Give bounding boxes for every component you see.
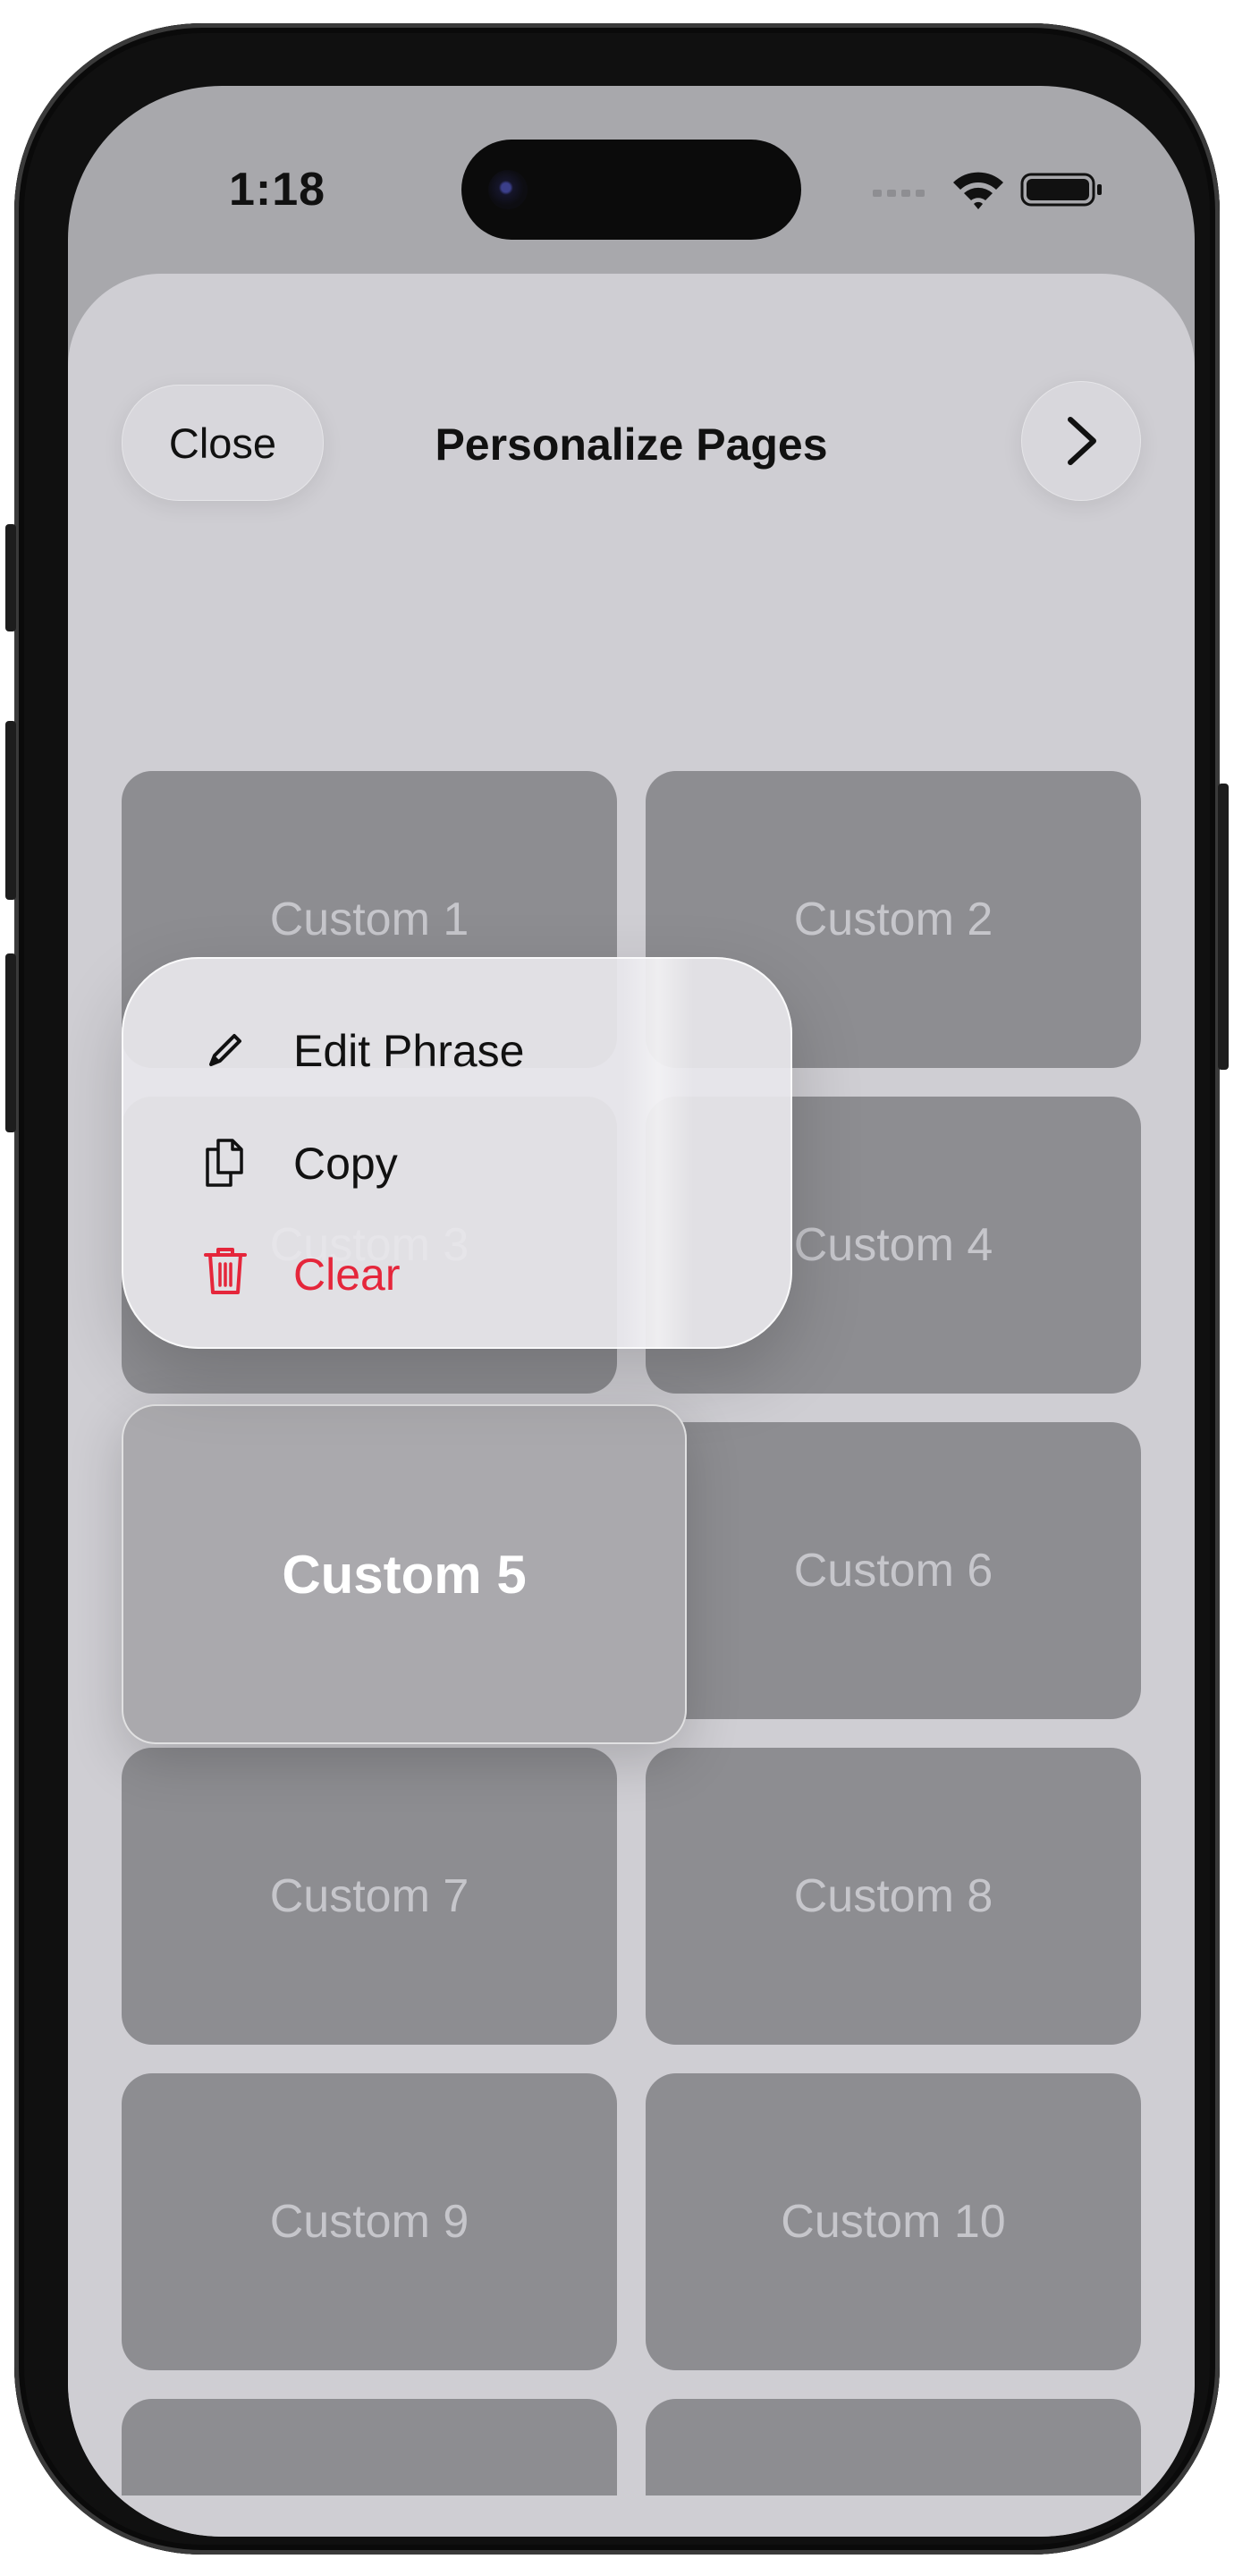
- page-tile[interactable]: Custom 8: [646, 1748, 1141, 2045]
- page-tile[interactable]: [646, 2399, 1141, 2496]
- page-tile[interactable]: [122, 2399, 617, 2496]
- copy-label: Copy: [293, 1139, 398, 1189]
- status-time: 1:18: [229, 164, 326, 216]
- edit-phrase-label: Edit Phrase: [293, 1026, 525, 1076]
- close-button[interactable]: Close: [122, 385, 324, 501]
- status-indicators: [873, 168, 1105, 213]
- power-button: [1218, 784, 1229, 1070]
- context-menu: Edit Phrase Copy Clear: [122, 957, 792, 1349]
- page-tile[interactable]: Custom 7: [122, 1748, 617, 2045]
- edit-phrase-menu-item[interactable]: Edit Phrase: [122, 998, 792, 1097]
- dynamic-island: [461, 140, 801, 240]
- clear-menu-item[interactable]: Clear: [122, 1222, 792, 1320]
- page-tile[interactable]: Custom 9: [122, 2073, 617, 2370]
- selected-page-tile[interactable]: Custom 5: [122, 1404, 687, 1744]
- chevron-right-icon: [1068, 417, 1096, 465]
- battery-icon: [1020, 173, 1102, 207]
- page-tile[interactable]: Custom 6: [646, 1422, 1141, 1719]
- close-button-label: Close: [168, 419, 277, 467]
- next-button[interactable]: [1021, 381, 1141, 501]
- cellular-signal-icon: [873, 190, 925, 197]
- trash-icon: [204, 1248, 247, 1294]
- phone-frame: 1:18 Close Personalize Pages Custom 1 Cu…: [5, 23, 1229, 2555]
- clear-label: Clear: [293, 1250, 401, 1300]
- copy-menu-item[interactable]: Copy: [122, 1111, 792, 1209]
- front-camera-icon: [488, 170, 528, 209]
- page-tile[interactable]: Custom 10: [646, 2073, 1141, 2370]
- copy-icon: [206, 1139, 243, 1187]
- volume-up-button: [5, 721, 16, 900]
- volume-down-button: [5, 953, 16, 1132]
- action-button: [5, 524, 16, 631]
- wifi-icon: [953, 172, 1003, 209]
- personalize-pages-sheet: Close Personalize Pages Custom 1 Custom …: [68, 274, 1195, 2537]
- sheet-title: Personalize Pages: [435, 419, 828, 470]
- pencil-icon: [209, 1034, 241, 1066]
- screen: 1:18 Close Personalize Pages Custom 1 Cu…: [68, 86, 1195, 2537]
